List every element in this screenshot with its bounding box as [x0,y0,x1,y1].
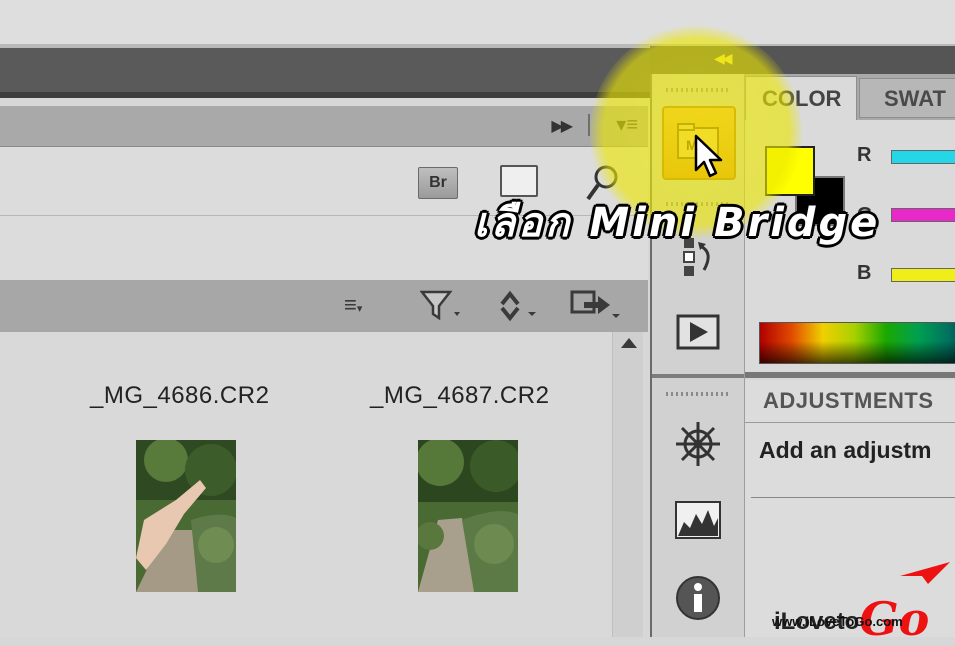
go-to-bridge-button[interactable]: Br [418,167,458,199]
panel-dock-header-edge [0,92,650,98]
info-icon[interactable] [674,574,722,622]
adjustments-divider [751,497,955,498]
adjustments-icon[interactable] [674,420,722,468]
green-channel-slider[interactable] [891,208,955,222]
photo-thumbnail[interactable] [136,440,236,592]
tab-adjustments[interactable]: ADJUSTMENTS [763,388,934,414]
color-spectrum-ramp[interactable] [759,322,955,364]
panel-dock-header [0,48,650,96]
dock-grip[interactable] [666,392,728,396]
dock-divider [652,374,744,378]
panel-separator [743,372,955,378]
filter-icon[interactable] [420,290,464,322]
channel-label: B [857,262,872,284]
watermark-logo: iLovetoGo www.iLoveToGo.com [772,560,952,646]
scroll-up-arrow-icon[interactable] [621,338,637,348]
watermark-url: www.iLoveToGo.com [772,614,903,629]
actions-play-icon[interactable] [674,308,722,356]
histogram-icon[interactable] [674,496,722,544]
vertical-scrollbar[interactable] [612,332,643,637]
adjustments-hint: Add an adjustm [759,437,932,463]
application-top-area [0,0,955,46]
tab-swatches[interactable]: SWAT [859,78,955,118]
blue-channel-slider[interactable] [891,268,955,282]
expand-panels-icon[interactable]: ▶▶ [551,116,573,136]
content-toolbar: ≡▾ [0,280,648,332]
tools-icon[interactable] [496,290,544,322]
output-icon[interactable] [570,288,624,322]
paper-plane-icon [900,562,950,584]
photo-thumbnail[interactable] [418,440,518,592]
adjustments-panel-header: ADJUSTMENTS [745,380,955,423]
red-channel-slider[interactable] [891,150,955,164]
mouse-cursor-icon [694,134,723,178]
thumbnail-filename: _MG_4687.CR2 [370,382,550,409]
annotation-caption: เลือก Mini Bridge [474,200,881,246]
sort-icon[interactable]: ≡▾ [344,292,362,318]
mini-bridge-content-area: _MG_4686.CR2 _MG_4687.CR2 [0,332,612,637]
thumbnail-filename: _MG_4686.CR2 [90,382,270,409]
watermark-brand: iLovetoGo [774,586,929,646]
mini-bridge-panel-header: ▶▶ ▾≡ [0,106,648,147]
channel-label: R [857,144,872,166]
